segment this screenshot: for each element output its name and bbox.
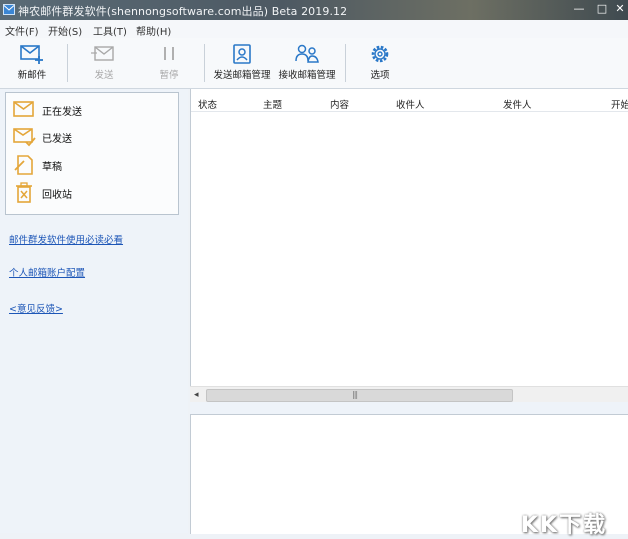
pause-icon <box>164 47 174 60</box>
mail-list: 状态 主题 内容 收件人 发件人 开始 <box>190 89 628 402</box>
envelope-sending-icon <box>13 101 34 117</box>
column-start[interactable]: 开始 <box>611 97 628 111</box>
menu-file[interactable]: 文件(F) <box>5 23 39 38</box>
column-status[interactable]: 状态 <box>198 97 217 111</box>
new-mail-button[interactable]: 新邮件 <box>12 40 52 86</box>
pause-label: 暂停 <box>159 70 179 81</box>
toolbar-separator <box>204 44 205 82</box>
folder-label: 回收站 <box>42 190 72 201</box>
toolbar-separator <box>345 44 346 82</box>
watermark: KK下载 <box>521 513 608 538</box>
scroll-left-icon[interactable]: ◂ <box>194 390 199 400</box>
send-button[interactable]: 发送 <box>86 40 122 86</box>
folder-item-drafts[interactable]: 草稿 <box>10 151 170 177</box>
column-content[interactable]: 内容 <box>330 97 349 111</box>
draft-icon <box>14 155 33 175</box>
folder-item-sent[interactable]: 已发送 <box>10 123 170 149</box>
menu-help[interactable]: 帮助(H) <box>136 23 171 38</box>
send-mailbox-mgmt-button[interactable]: 发送邮箱管理 <box>210 40 274 86</box>
send-mailbox-mgmt-label: 发送邮箱管理 <box>213 70 271 81</box>
new-mail-label: 新邮件 <box>17 70 47 81</box>
folder-item-sending[interactable]: 正在发送 <box>10 96 170 122</box>
account-config-link[interactable]: 个人邮箱账户配置 <box>9 265 85 279</box>
gear-icon <box>371 45 389 63</box>
horizontal-scrollbar[interactable]: ◂ ||| <box>190 386 628 403</box>
folder-label: 已发送 <box>42 134 72 145</box>
options-label: 选项 <box>370 70 390 81</box>
contact-card-icon <box>233 44 251 64</box>
feedback-link[interactable]: <意见反馈> <box>9 301 63 315</box>
pane-splitter[interactable] <box>190 402 628 414</box>
folder-label: 草稿 <box>42 162 62 173</box>
trash-icon <box>16 182 32 203</box>
list-header: 状态 主题 内容 收件人 发件人 开始 <box>191 93 628 112</box>
send-label: 发送 <box>94 70 114 81</box>
folder-label: 正在发送 <box>42 107 82 118</box>
must-read-link[interactable]: 邮件群发软件使用必读必看 <box>9 232 123 246</box>
minimize-button[interactable]: — <box>568 0 590 18</box>
recv-mailbox-mgmt-label: 接收邮箱管理 <box>278 70 336 81</box>
column-recipient[interactable]: 收件人 <box>396 97 425 111</box>
close-button[interactable]: ✕ <box>612 0 628 18</box>
send-icon <box>91 46 114 61</box>
toolbar-separator <box>67 44 68 82</box>
new-mail-icon <box>20 45 43 64</box>
pause-button[interactable]: 暂停 <box>152 40 186 86</box>
left-pane: 正在发送 已发送 草稿 回收站 邮件群发软件使用必读必看 个人邮箱账户配置 <意… <box>0 89 188 533</box>
users-icon <box>295 44 319 63</box>
scrollbar-thumb[interactable]: ||| <box>206 389 513 402</box>
folder-item-trash[interactable]: 回收站 <box>10 179 170 205</box>
column-sender[interactable]: 发件人 <box>503 97 532 111</box>
column-subject[interactable]: 主题 <box>263 97 282 111</box>
menu-tools[interactable]: 工具(T) <box>93 23 127 38</box>
recv-mailbox-mgmt-button[interactable]: 接收邮箱管理 <box>274 40 340 86</box>
menu-start[interactable]: 开始(S) <box>48 23 82 38</box>
envelope-sent-icon <box>13 128 36 147</box>
scrollbar-grip-icon: ||| <box>352 390 358 399</box>
menu-bar: 文件(F) 开始(S) 工具(T) 帮助(H) <box>0 20 628 39</box>
options-button[interactable]: 选项 <box>360 40 400 86</box>
window-title: 神农邮件群发软件(shennongsoftware.com出品) Beta 20… <box>18 5 348 18</box>
toolbar: 新邮件 发送 暂停 发送邮箱管理 接收邮箱管理 选项 <box>0 38 628 89</box>
folder-list: 正在发送 已发送 草稿 回收站 <box>5 92 179 215</box>
title-bar: 神农邮件群发软件(shennongsoftware.com出品) Beta 20… <box>0 0 628 20</box>
app-icon <box>3 4 15 15</box>
maximize-button[interactable]: □ <box>592 0 612 18</box>
